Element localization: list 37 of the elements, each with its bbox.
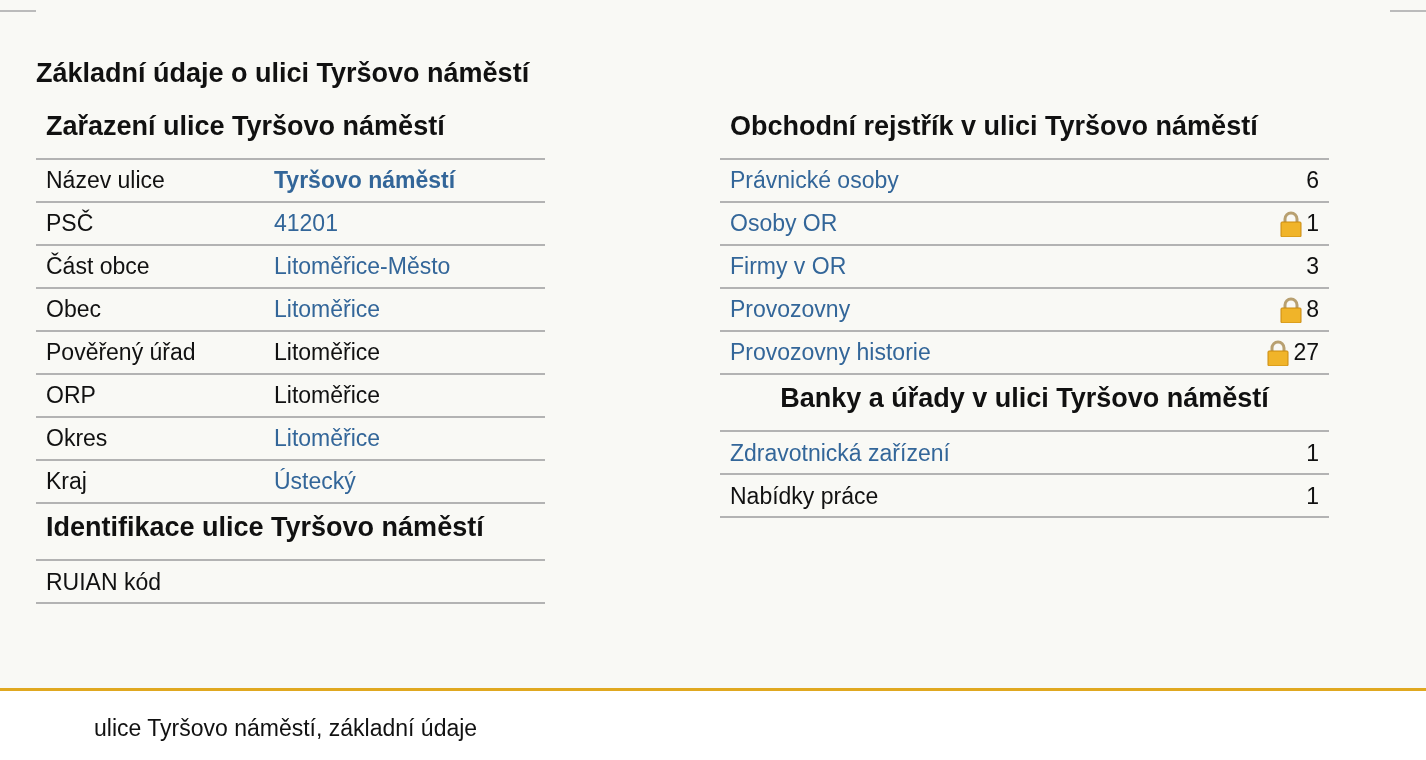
count: 27 bbox=[1293, 338, 1319, 368]
row-label: RUIAN kód bbox=[46, 567, 163, 597]
value-link[interactable]: Tyršovo náměstí bbox=[274, 163, 456, 198]
row-link[interactable]: Zdravotnická zařízení bbox=[730, 435, 950, 471]
count: 1 bbox=[1306, 481, 1319, 511]
row-link[interactable]: Firmy v OR bbox=[730, 249, 847, 284]
row-label: Část obce bbox=[46, 252, 151, 282]
page-title: Základní údaje o ulici Tyršovo náměstí bbox=[36, 57, 531, 90]
count: 1 bbox=[1306, 209, 1319, 239]
row-link[interactable]: Provozovny historie bbox=[730, 335, 931, 370]
section-title: Banky a úřady v ulici Tyršovo náměstí bbox=[779, 382, 1271, 416]
section-title: Zařazení ulice Tyršovo náměstí bbox=[45, 110, 447, 144]
value-link[interactable]: 41201 bbox=[274, 206, 338, 241]
row-label: Pověřený úřad bbox=[46, 338, 197, 368]
row-label: Okres bbox=[46, 424, 109, 454]
footer-text: ulice Tyršovo náměstí, základní údaje bbox=[94, 715, 478, 741]
row-link[interactable]: Právnické osoby bbox=[730, 163, 899, 198]
count: 6 bbox=[1306, 166, 1319, 196]
row-label: Kraj bbox=[46, 467, 88, 497]
section-title: Identifikace ulice Tyršovo náměstí bbox=[45, 511, 486, 545]
value-link[interactable]: Litoměřice bbox=[274, 421, 381, 456]
row-label: ORP bbox=[46, 381, 97, 411]
count: 3 bbox=[1306, 252, 1319, 282]
row-label: Název ulice bbox=[46, 166, 166, 196]
value-link[interactable]: Litoměřice-Město bbox=[274, 249, 451, 284]
row-label: PSČ bbox=[46, 209, 95, 239]
row-value: Litoměřice bbox=[274, 338, 381, 368]
row-label: Nabídky práce bbox=[730, 481, 879, 511]
count: 1 bbox=[1306, 438, 1319, 468]
row-link[interactable]: Osoby OR bbox=[730, 206, 838, 241]
count: 8 bbox=[1306, 295, 1319, 325]
row-value: Litoměřice bbox=[274, 381, 381, 411]
value-link[interactable]: Ústecký bbox=[274, 464, 356, 499]
row-link[interactable]: Provozovny bbox=[730, 292, 851, 327]
value-link[interactable]: Litoměřice bbox=[274, 292, 381, 327]
row-label: Obec bbox=[46, 295, 102, 325]
section-title: Obchodní rejstřík v ulici Tyršovo náměstí bbox=[729, 110, 1260, 144]
